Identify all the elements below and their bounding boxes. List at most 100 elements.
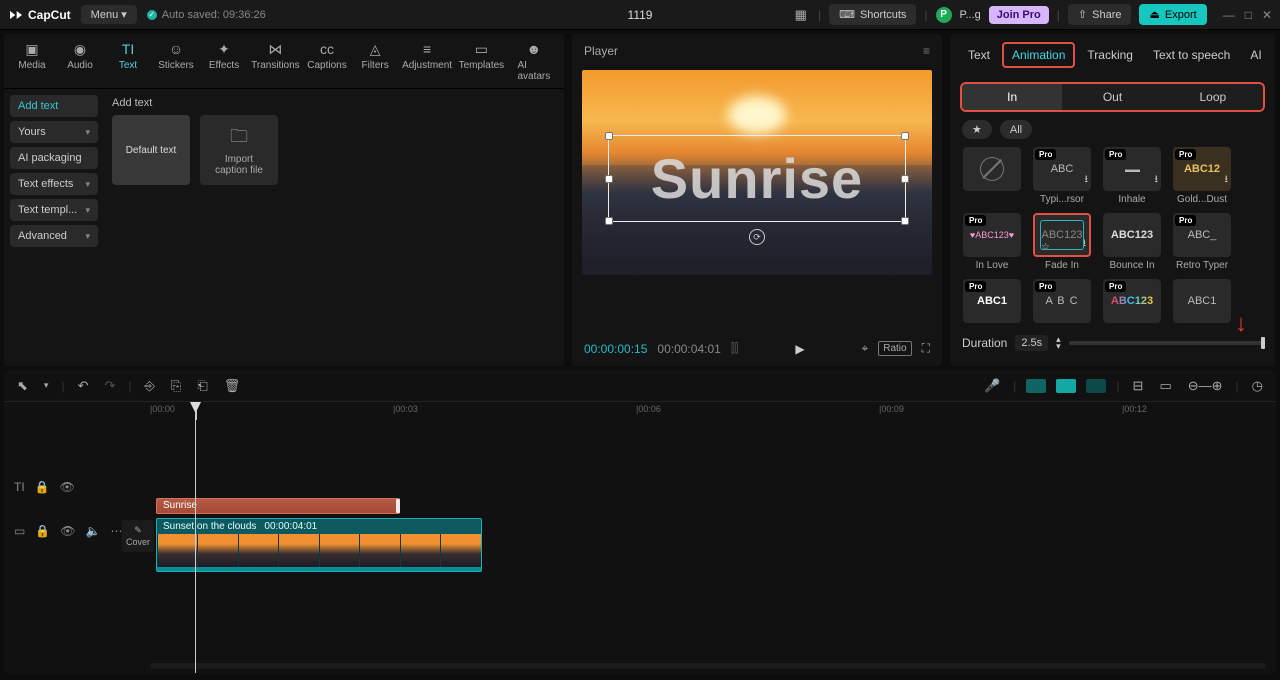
eye-icon[interactable]: 👁: [60, 524, 75, 538]
sidebar-text-templates[interactable]: Text templ...▾: [10, 199, 98, 221]
resize-handle[interactable]: [605, 217, 613, 225]
join-pro-button[interactable]: Join Pro: [989, 6, 1049, 24]
layout-icon[interactable]: ▦: [792, 4, 810, 26]
tab-text-to-speech[interactable]: Text to speech: [1145, 44, 1238, 66]
anim-row3-3[interactable]: ProABC123: [1103, 279, 1161, 323]
anim-row3-2[interactable]: ProA B C: [1033, 279, 1091, 323]
rotate-handle[interactable]: ⟳: [749, 229, 765, 245]
magnet-off-icon[interactable]: [1086, 379, 1106, 393]
duration-value[interactable]: 2.5s: [1015, 335, 1048, 351]
tab-transitions[interactable]: ⋈Transitions: [250, 38, 301, 84]
anim-inhale[interactable]: Pro▬▬⭳: [1103, 147, 1161, 191]
tab-filters[interactable]: ◬Filters: [353, 38, 397, 84]
import-caption-card[interactable]: 🗀 Import caption file: [200, 115, 278, 185]
resize-handle[interactable]: [605, 175, 613, 183]
trim-right-icon[interactable]: ⎗: [194, 375, 210, 397]
sidebar-text-effects[interactable]: Text effects▾: [10, 173, 98, 195]
video-clip[interactable]: Sunset on the clouds 00:00:04:01: [156, 518, 482, 572]
timeline-scrollbar[interactable]: [150, 663, 1266, 669]
delete-icon[interactable]: 🗑: [221, 375, 244, 397]
share-button[interactable]: ⇧ Share: [1068, 4, 1132, 25]
filter-all[interactable]: All: [1000, 120, 1032, 139]
tab-text[interactable]: TIText: [106, 38, 150, 84]
anim-type-loop[interactable]: Loop: [1163, 84, 1263, 110]
anim-none[interactable]: [963, 147, 1021, 191]
anim-type-out[interactable]: Out: [1062, 84, 1162, 110]
close-icon[interactable]: ✕: [1262, 8, 1272, 22]
edit-icon: ✎: [134, 525, 142, 536]
tab-captions[interactable]: ccCaptions: [305, 38, 349, 84]
scan-icon[interactable]: ⌖: [861, 341, 868, 356]
sidebar-advanced[interactable]: Advanced▾: [10, 225, 98, 247]
shortcuts-button[interactable]: ⌨ Shortcuts: [829, 4, 916, 25]
playhead-line[interactable]: [195, 402, 196, 673]
resize-handle[interactable]: [901, 132, 909, 140]
text-clip[interactable]: Sunrise: [156, 498, 400, 514]
tab-text-props[interactable]: Text: [960, 44, 998, 66]
stepper-icon[interactable]: ▴▾: [1056, 336, 1061, 350]
undo-icon[interactable]: ↶: [75, 375, 92, 397]
tab-ai-avatars[interactable]: ☻AI avatars: [510, 38, 558, 84]
eye-icon[interactable]: 👁: [60, 480, 75, 494]
redo-icon[interactable]: ↷: [101, 375, 118, 397]
player-menu-icon[interactable]: ≡: [923, 44, 930, 58]
cursor-tool-icon[interactable]: ⬉: [14, 375, 31, 397]
anim-row3-1[interactable]: ProABC1: [963, 279, 1021, 323]
anim-retro-typer[interactable]: ProABC_: [1173, 213, 1231, 257]
cursor-dropdown-icon[interactable]: ▾: [41, 377, 52, 394]
sidebar-ai-packaging[interactable]: AI packaging: [10, 147, 98, 169]
play-button[interactable]: ▶: [795, 342, 804, 356]
tab-adjustment[interactable]: ≡Adjustment: [401, 38, 453, 84]
preview-toggle-icon[interactable]: ▭: [1156, 375, 1174, 397]
cover-button[interactable]: ✎ Cover: [122, 520, 154, 552]
clip-resize-handle[interactable]: [396, 499, 400, 513]
minimize-icon[interactable]: —: [1223, 8, 1235, 22]
duration-slider[interactable]: [1069, 341, 1263, 345]
bars-icon[interactable]: ⫿⫿: [731, 341, 739, 356]
export-button[interactable]: ⏏ Export: [1139, 4, 1206, 25]
text-selection-box[interactable]: Sunrise ⟳: [608, 135, 906, 222]
split-icon[interactable]: ⎆: [142, 375, 158, 397]
anim-gold-dust[interactable]: ProABC12⭳: [1173, 147, 1231, 191]
tab-templates[interactable]: ▭Templates: [457, 38, 506, 84]
anim-type-in[interactable]: In: [962, 84, 1062, 110]
more-icon[interactable]: ⋯: [110, 524, 122, 538]
tab-tracking[interactable]: Tracking: [1079, 44, 1141, 66]
resize-handle[interactable]: [901, 217, 909, 225]
anim-fade-in[interactable]: ABC123☆⭳: [1033, 213, 1091, 257]
anim-row3-4[interactable]: ABC1: [1173, 279, 1231, 323]
sidebar-add-text[interactable]: Add text: [10, 95, 98, 117]
menu-button[interactable]: Menu ▾: [81, 5, 137, 24]
tab-effects[interactable]: ✦Effects: [202, 38, 246, 84]
avatar[interactable]: P: [936, 7, 952, 23]
tab-ai-right[interactable]: AI avatars: [1242, 44, 1265, 66]
sidebar-yours[interactable]: Yours▾: [10, 121, 98, 143]
anim-in-love[interactable]: Pro♥ABC123♥: [963, 213, 1021, 257]
anim-typing-cursor[interactable]: ProABC⭳: [1033, 147, 1091, 191]
overlay-text: Sunrise: [609, 136, 905, 221]
timer-icon[interactable]: ◷: [1249, 375, 1266, 397]
resize-handle[interactable]: [605, 132, 613, 140]
align-icon[interactable]: ⊟: [1130, 375, 1147, 397]
lock-icon[interactable]: 🔒: [35, 524, 50, 538]
trim-left-icon[interactable]: ⎘: [168, 375, 184, 397]
resize-handle[interactable]: [901, 175, 909, 183]
mute-icon[interactable]: 🔈: [86, 524, 101, 538]
tab-animation[interactable]: Animation: [1002, 42, 1075, 68]
tab-audio[interactable]: ◉Audio: [58, 38, 102, 84]
mic-icon[interactable]: 🎤: [981, 375, 1003, 397]
maximize-icon[interactable]: □: [1245, 8, 1252, 22]
magnet-main-icon[interactable]: [1056, 379, 1076, 393]
tab-stickers[interactable]: ☺Stickers: [154, 38, 198, 84]
filter-favorites[interactable]: ★: [962, 120, 992, 139]
default-text-card[interactable]: Default text: [112, 115, 190, 185]
zoom-out-icon[interactable]: ⊖—⊕: [1185, 375, 1226, 397]
fullscreen-icon[interactable]: ⛶: [922, 341, 930, 356]
ratio-button[interactable]: Ratio: [878, 341, 911, 356]
magnet-icon[interactable]: [1026, 379, 1046, 393]
lock-icon[interactable]: 🔒: [35, 480, 50, 494]
transitions-icon: ⋈: [266, 40, 284, 58]
tab-media[interactable]: ▣Media: [10, 38, 54, 84]
anim-bounce-in[interactable]: ABC123: [1103, 213, 1161, 257]
preview-canvas[interactable]: Sunrise ⟳: [582, 70, 932, 275]
